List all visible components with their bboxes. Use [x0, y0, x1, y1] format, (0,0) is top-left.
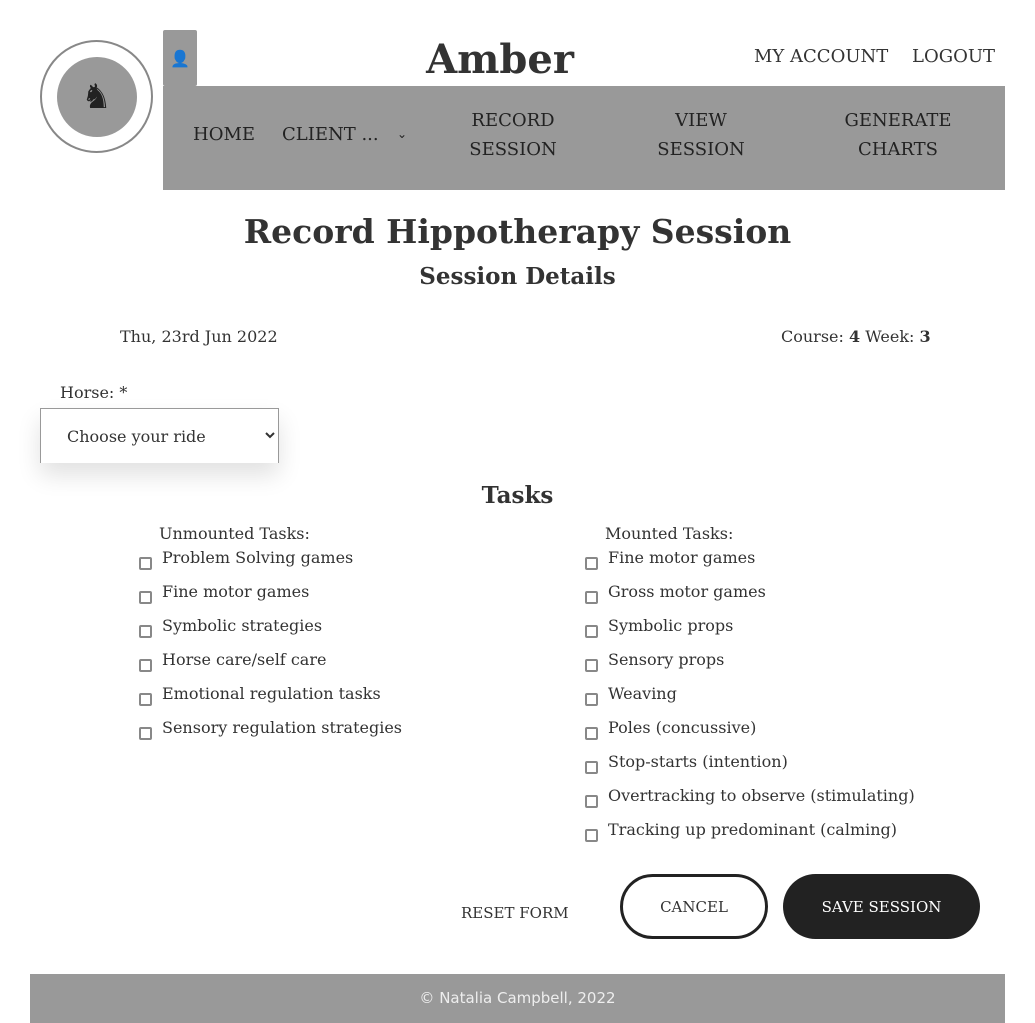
task-checkbox[interactable] — [585, 829, 598, 842]
task-label: Horse care/self care — [162, 650, 327, 669]
task-checkbox[interactable] — [139, 693, 152, 706]
task-item[interactable]: Emotional regulation tasks — [139, 684, 402, 718]
course-label: Course: — [781, 327, 844, 346]
page-title: Record Hippotherapy Session — [243, 212, 792, 251]
chevron-down-icon[interactable]: ⌄ — [397, 120, 407, 149]
mounted-tasks: Mounted Tasks: Fine motor games Gross mot… — [585, 524, 915, 854]
main-nav: HOME CLIENT ... ⌄ RECORD SESSION VIEW SE… — [163, 86, 1005, 190]
mounted-label: Mounted Tasks: — [605, 524, 734, 543]
task-item[interactable]: Problem Solving games — [139, 548, 402, 582]
nav-home[interactable]: HOME — [193, 120, 255, 149]
task-item[interactable]: Symbolic strategies — [139, 616, 402, 650]
logo[interactable]: ♞ — [40, 40, 153, 153]
week-label: Week: — [865, 327, 915, 346]
task-label: Sensory regulation strategies — [162, 718, 403, 737]
task-label: Tracking up predominant (calming) — [608, 820, 898, 839]
task-checkbox[interactable] — [139, 625, 152, 638]
task-checkbox[interactable] — [585, 591, 598, 604]
nav-generate-charts[interactable]: GENERATE CHARTS — [838, 106, 958, 164]
task-label: Fine motor games — [162, 582, 310, 601]
task-checkbox[interactable] — [585, 727, 598, 740]
task-item[interactable]: Fine motor games — [585, 548, 915, 582]
footer: © Natalia Campbell, 2022 — [30, 974, 1005, 1023]
user-avatar-icon[interactable]: 👤 — [163, 30, 197, 86]
horse-label: Horse: * — [60, 383, 128, 402]
task-label: Overtracking to observe (stimulating) — [608, 786, 915, 805]
nav-client[interactable]: CLIENT ... — [282, 120, 379, 149]
task-item[interactable]: Overtracking to observe (stimulating) — [585, 786, 915, 820]
cancel-button[interactable]: CANCEL — [620, 874, 768, 939]
session-date: Thu, 23rd Jun 2022 — [120, 327, 278, 346]
task-checkbox[interactable] — [139, 591, 152, 604]
task-label: Poles (concussive) — [608, 718, 757, 737]
horse-select[interactable]: Choose your ride — [40, 408, 279, 463]
task-checkbox[interactable] — [585, 659, 598, 672]
course-week: Course: 4 Week: 3 — [781, 327, 931, 346]
task-checkbox[interactable] — [139, 659, 152, 672]
task-checkbox[interactable] — [139, 557, 152, 570]
task-checkbox[interactable] — [585, 795, 598, 808]
task-item[interactable]: Sensory props — [585, 650, 915, 684]
page-subtitle: Session Details — [419, 263, 616, 290]
task-item[interactable]: Poles (concussive) — [585, 718, 915, 752]
task-item[interactable]: Sensory regulation strategies — [139, 718, 402, 752]
task-item[interactable]: Stop-starts (intention) — [585, 752, 915, 786]
task-item[interactable]: Gross motor games — [585, 582, 915, 616]
task-checkbox[interactable] — [585, 761, 598, 774]
task-label: Weaving — [608, 684, 677, 703]
task-label: Fine motor games — [608, 548, 756, 567]
task-label: Symbolic strategies — [162, 616, 323, 635]
unmounted-label: Unmounted Tasks: — [159, 524, 310, 543]
task-checkbox[interactable] — [585, 557, 598, 570]
task-item[interactable]: Horse care/self care — [139, 650, 402, 684]
client-name: Amber — [426, 36, 574, 83]
reset-form-button[interactable]: RESET FORM — [461, 904, 569, 922]
task-label: Symbolic props — [608, 616, 734, 635]
task-checkbox[interactable] — [139, 727, 152, 740]
task-item[interactable]: Fine motor games — [139, 582, 402, 616]
task-item[interactable]: Tracking up predominant (calming) — [585, 820, 915, 854]
task-label: Emotional regulation tasks — [162, 684, 381, 703]
course-value: 4 — [849, 327, 861, 346]
my-account-link[interactable]: MY ACCOUNT — [754, 46, 888, 67]
save-session-button[interactable]: SAVE SESSION — [783, 874, 980, 939]
tasks-heading: Tasks — [481, 482, 554, 509]
nav-view-session[interactable]: VIEW SESSION — [651, 106, 751, 164]
unmounted-tasks: Unmounted Tasks: Problem Solving games Fi… — [139, 524, 402, 752]
task-label: Gross motor games — [608, 582, 766, 601]
logout-link[interactable]: LOGOUT — [912, 46, 995, 67]
task-item[interactable]: Symbolic props — [585, 616, 915, 650]
task-checkbox[interactable] — [585, 693, 598, 706]
nav-record-session[interactable]: RECORD SESSION — [463, 106, 563, 164]
task-item[interactable]: Weaving — [585, 684, 915, 718]
task-checkbox[interactable] — [585, 625, 598, 638]
task-label: Sensory props — [608, 650, 725, 669]
week-value: 3 — [919, 327, 931, 346]
horse-logo-icon: ♞ — [56, 56, 137, 137]
task-label: Problem Solving games — [162, 548, 354, 567]
task-label: Stop-starts (intention) — [608, 752, 788, 771]
